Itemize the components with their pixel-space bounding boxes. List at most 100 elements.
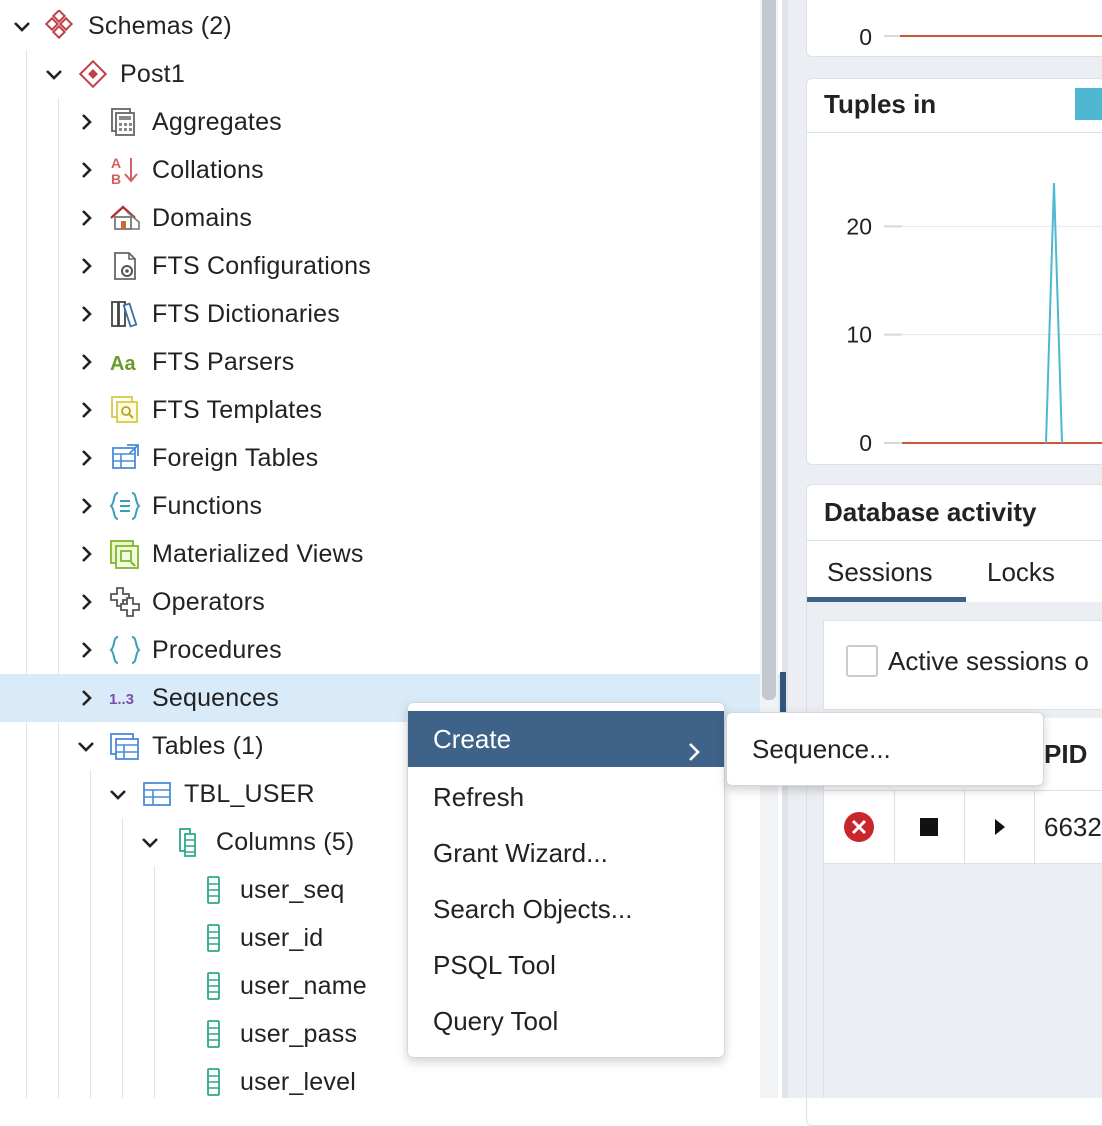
- tree-node-label: user_pass: [240, 1020, 358, 1048]
- tree-node-label: Foreign Tables: [152, 444, 319, 472]
- context-menu: Create Refresh Grant Wizard... Search Ob…: [407, 702, 725, 1058]
- menu-item-label: Grant Wizard...: [433, 838, 608, 868]
- materialized-view-icon: [109, 538, 141, 570]
- fts-configuration-icon: [109, 250, 141, 282]
- chevron-right-icon[interactable]: [74, 158, 98, 182]
- menu-item-label: Sequence...: [752, 734, 891, 764]
- menu-item-create[interactable]: Create: [408, 711, 724, 767]
- pid-cell: 6632: [1044, 812, 1102, 842]
- menu-item-grant-wizard[interactable]: Grant Wizard...: [408, 825, 724, 881]
- terminate-session-cell[interactable]: [824, 791, 895, 863]
- schema-icon: [77, 58, 109, 90]
- tree-node-operators[interactable]: Operators: [0, 578, 760, 626]
- tree-node-fts-dictionaries[interactable]: FTS Dictionaries: [0, 290, 760, 338]
- activity-tabs: Sessions Locks: [807, 542, 1102, 602]
- chevron-right-icon[interactable]: [74, 638, 98, 662]
- play-icon[interactable]: [964, 791, 1034, 863]
- column-icon: [198, 1018, 230, 1050]
- active-sessions-label: Active sessions o: [888, 646, 1089, 676]
- column-icon: [198, 970, 230, 1002]
- terminate-session-icon[interactable]: [824, 791, 894, 863]
- active-sessions-checkbox[interactable]: [846, 645, 878, 677]
- tree-node-functions[interactable]: Functions: [0, 482, 760, 530]
- chevron-right-icon[interactable]: [74, 590, 98, 614]
- menu-item-query-tool[interactable]: Query Tool: [408, 993, 724, 1049]
- create-submenu: Sequence...: [726, 712, 1044, 786]
- cancel-query-cell[interactable]: [894, 791, 965, 863]
- tree-node-fts-templates[interactable]: FTS Templates: [0, 386, 760, 434]
- splitter-handle[interactable]: [780, 672, 786, 712]
- tree-node-label: Procedures: [152, 636, 282, 664]
- tree-node-label: Collations: [152, 156, 264, 184]
- chevron-down-icon[interactable]: [138, 830, 162, 854]
- tree-node-schema-post1[interactable]: Post1: [0, 50, 760, 98]
- column-header-pid[interactable]: PID: [1044, 718, 1087, 790]
- chevron-right-icon[interactable]: [74, 206, 98, 230]
- tab-sessions[interactable]: Sessions: [827, 542, 933, 602]
- panel-header-divider: [807, 540, 1102, 541]
- tree-node-label: Functions: [152, 492, 263, 520]
- tree-node-label: Materialized Views: [152, 540, 364, 568]
- chevron-right-icon[interactable]: [74, 110, 98, 134]
- svg-text:Aa: Aa: [110, 353, 136, 375]
- menu-item-psql-tool[interactable]: PSQL Tool: [408, 937, 724, 993]
- tables-icon: [109, 730, 141, 762]
- chevron-right-icon[interactable]: [74, 494, 98, 518]
- tree-node-aggregates[interactable]: Aggregates: [0, 98, 760, 146]
- operators-icon: [109, 586, 141, 618]
- domains-house-icon: [109, 202, 141, 234]
- tree-scrollbar-thumb[interactable]: [762, 0, 776, 700]
- tree-node-collations[interactable]: A B Collations: [0, 146, 760, 194]
- tuples-in-chart: 0 10 20: [846, 182, 1102, 456]
- chevron-right-icon[interactable]: [74, 686, 98, 710]
- tree-node-foreign-tables[interactable]: Foreign Tables: [0, 434, 760, 482]
- menu-item-refresh[interactable]: Refresh: [408, 769, 724, 825]
- tree-node-materialized-views[interactable]: Materialized Views: [0, 530, 760, 578]
- tree-node-fts-configurations[interactable]: FTS Configurations: [0, 242, 760, 290]
- chevron-down-icon[interactable]: [10, 14, 34, 38]
- collations-icon: A B: [109, 154, 141, 186]
- chevron-right-icon[interactable]: [74, 398, 98, 422]
- y-tick-label: 10: [846, 322, 872, 348]
- menu-item-label: Search Objects...: [433, 894, 633, 924]
- chevron-down-icon[interactable]: [74, 734, 98, 758]
- chevron-down-icon[interactable]: [106, 782, 130, 806]
- tree-node-label: user_id: [240, 924, 324, 952]
- tree-node-fts-parsers[interactable]: Aa FTS Parsers: [0, 338, 760, 386]
- series-line: [1045, 182, 1063, 444]
- tree-node-label: user_level: [240, 1068, 356, 1096]
- tree-node-column[interactable]: user_level: [0, 1058, 760, 1106]
- tree-node-domains[interactable]: Domains: [0, 194, 760, 242]
- menu-item-label: Query Tool: [433, 1006, 559, 1036]
- chevron-right-icon[interactable]: [74, 446, 98, 470]
- menu-item-create-sequence[interactable]: Sequence...: [727, 721, 1043, 777]
- tree-node-schemas[interactable]: Schemas (2): [0, 2, 760, 50]
- tree-node-label: FTS Templates: [152, 396, 323, 424]
- tree-node-label: Domains: [152, 204, 253, 232]
- chevron-right-icon[interactable]: [74, 254, 98, 278]
- tree-node-label: Post1: [120, 60, 185, 88]
- menu-item-label: Refresh: [433, 782, 525, 812]
- expand-row-cell[interactable]: [964, 791, 1035, 863]
- tree-node-label: user_name: [240, 972, 367, 1000]
- menu-item-label: Create: [433, 724, 512, 754]
- column-icon: [198, 1066, 230, 1098]
- chevron-down-icon[interactable]: [42, 62, 66, 86]
- tree-node-procedures[interactable]: Procedures: [0, 626, 760, 674]
- top-chart-series-line: [900, 35, 1102, 37]
- tree-node-label: FTS Parsers: [152, 348, 295, 376]
- functions-icon: [109, 490, 141, 522]
- tree-node-label: Aggregates: [152, 108, 282, 136]
- chevron-right-icon[interactable]: [74, 302, 98, 326]
- chevron-right-icon[interactable]: [74, 350, 98, 374]
- columns-icon: [173, 826, 205, 858]
- fts-template-icon: [109, 394, 141, 426]
- tree-node-label: Schemas (2): [88, 12, 232, 40]
- menu-item-search-objects[interactable]: Search Objects...: [408, 881, 724, 937]
- stop-icon[interactable]: [894, 791, 964, 863]
- tuples-in-title: Tuples in: [824, 89, 937, 119]
- chevron-right-icon[interactable]: [74, 542, 98, 566]
- tab-locks[interactable]: Locks: [987, 542, 1055, 602]
- y-tick-label: 0: [859, 24, 872, 50]
- menu-item-label: PSQL Tool: [433, 950, 556, 980]
